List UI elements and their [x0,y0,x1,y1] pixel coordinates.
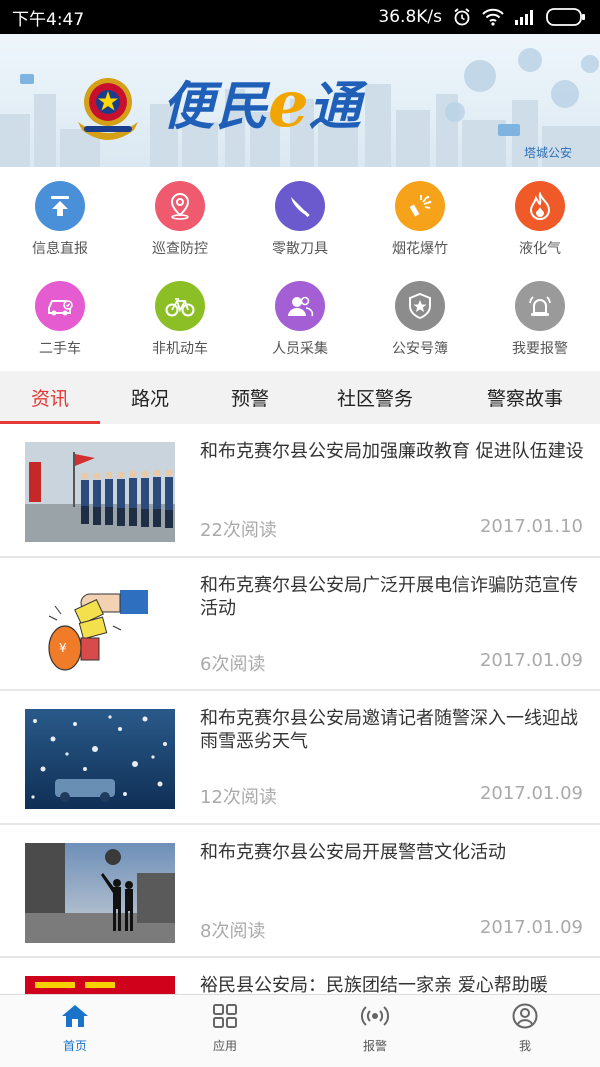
service-label: 公安号簿 [392,341,448,357]
news-tabs: 资讯 路况 预警 社区警务 警察故事 [0,371,600,424]
news-thumbnail-dance [25,842,175,943]
upload-icon [35,181,85,231]
news-title: 裕民县公安局：民族团结一家亲 爱心帮助暖 [200,975,548,994]
tab-news[interactable]: 资讯 [0,371,100,424]
service-label: 二手车 [39,341,81,357]
tab-traffic[interactable]: 路况 [100,371,200,424]
service-grid: 信息直报 巡查防控 零散刀具 烟花爆竹 液化气 二手车 非机动车 人员采集 公安… [0,167,600,371]
app-banner[interactable]: 便民e通 塔城公安 [0,34,600,167]
nav-home[interactable]: 首页 [0,995,150,1067]
bicycle-icon [155,281,205,331]
location-pin-icon [155,181,205,231]
news-item[interactable]: 和布克赛尔县公安局开展警营文化活动 8次阅读 2017.01.09 [0,825,600,958]
news-thumbnail-cartoon: ¥ [25,575,175,676]
news-item[interactable]: 和布克赛尔县公安局邀请记者随警深入一线迎战雨雪恶劣天气 12次阅读 2017.0… [0,691,600,825]
police-emblem-icon [78,78,138,140]
news-read-count: 12次阅读 [200,787,277,808]
news-list: 和布克赛尔县公安局加强廉政教育 促进队伍建设 22次阅读 2017.01.10 … [0,424,600,994]
service-item-fireworks[interactable]: 烟花爆竹 [360,167,480,267]
news-item[interactable]: 和布克赛尔县公安局加强廉政教育 促进队伍建设 22次阅读 2017.01.10 [0,424,600,558]
service-item-knife[interactable]: 零散刀具 [240,167,360,267]
brand-text-pre: 便民 [162,76,271,137]
service-label: 液化气 [519,241,561,257]
nav-label: 我 [518,1039,531,1053]
service-item-lpg[interactable]: 液化气 [480,167,600,267]
car-icon [35,281,85,331]
service-item-personnel[interactable]: 人员采集 [240,267,360,367]
police-badge-icon [395,281,445,331]
news-item[interactable]: 裕民县公安局：民族团结一家亲 爱心帮助暖 [0,958,600,994]
status-time: 下午4:47 [12,9,85,30]
news-thumbnail-banner [25,976,175,994]
tab-warning[interactable]: 预警 [200,371,300,424]
news-read-count: 8次阅读 [200,920,266,942]
service-label: 非机动车 [152,341,208,357]
status-bar: 下午4:47 36.8K/s [0,0,600,34]
service-item-info-report[interactable]: 信息直报 [0,167,120,267]
nav-me[interactable]: 我 [450,995,600,1067]
broadcast-icon [360,1003,390,1033]
home-icon [61,1003,89,1033]
news-read-count: 22次阅读 [200,520,277,541]
svg-text:¥: ¥ [59,641,67,655]
nav-apps[interactable]: 应用 [150,995,300,1067]
news-title: 和布克赛尔县公安局广泛开展电信诈骗防范宣传活动 [200,574,578,619]
brand-text-post: 通 [308,76,363,137]
service-label: 信息直报 [32,241,88,257]
news-title: 和布克赛尔县公安局开展警营文化活动 [200,841,506,863]
service-label: 零散刀具 [272,241,328,257]
signal-icon [514,9,536,25]
news-item[interactable]: ¥ 和布克赛尔县公安局广泛开展电信诈骗防范宣传活动 6次阅读 2017.01.0… [0,558,600,691]
banner-subtitle: 塔城公安 [523,146,572,160]
brand-e-letter: e [268,67,311,142]
service-item-patrol[interactable]: 巡查防控 [120,167,240,267]
news-title: 和布克赛尔县公安局加强廉政教育 促进队伍建设 [200,441,584,462]
grid-apps-icon [211,1003,239,1033]
service-label: 烟花爆竹 [392,241,448,257]
news-date: 2017.01.09 [479,783,583,804]
firework-icon [395,181,445,231]
flame-icon [515,181,565,231]
brand-logo: 便民e通 [162,64,363,142]
battery-icon [546,8,586,26]
alarm-icon [452,7,472,27]
service-item-directory[interactable]: 公安号簿 [360,267,480,367]
user-icon [511,1003,539,1033]
news-date: 2017.01.09 [479,649,583,671]
news-date: 2017.01.10 [479,516,583,537]
service-label: 我要报警 [512,341,568,357]
nav-label: 应用 [212,1039,237,1053]
tab-police-stories[interactable]: 警察故事 [450,371,600,424]
news-date: 2017.01.09 [479,916,583,938]
tab-community-policing[interactable]: 社区警务 [300,371,450,424]
service-item-used-car[interactable]: 二手车 [0,267,120,367]
service-item-report-police[interactable]: 我要报警 [480,267,600,367]
service-item-bicycle[interactable]: 非机动车 [120,267,240,367]
nav-report[interactable]: 报警 [300,995,450,1067]
knife-icon [275,181,325,231]
wifi-icon [482,8,504,26]
service-label: 巡查防控 [152,241,208,257]
news-read-count: 6次阅读 [200,653,266,675]
news-title: 和布克赛尔县公安局邀请记者随警深入一线迎战雨雪恶劣天气 [200,708,578,752]
nav-label: 报警 [362,1039,387,1053]
service-label: 人员采集 [272,341,328,357]
people-icon [275,281,325,331]
news-thumbnail-snowstorm [25,709,175,809]
net-speed: 36.8K/s [378,7,442,27]
nav-label: 首页 [62,1039,87,1053]
news-thumbnail-parade [25,442,175,542]
alarm-bell-icon [515,281,565,331]
bottom-navigation: 首页 应用 报警 我 [0,994,600,1067]
